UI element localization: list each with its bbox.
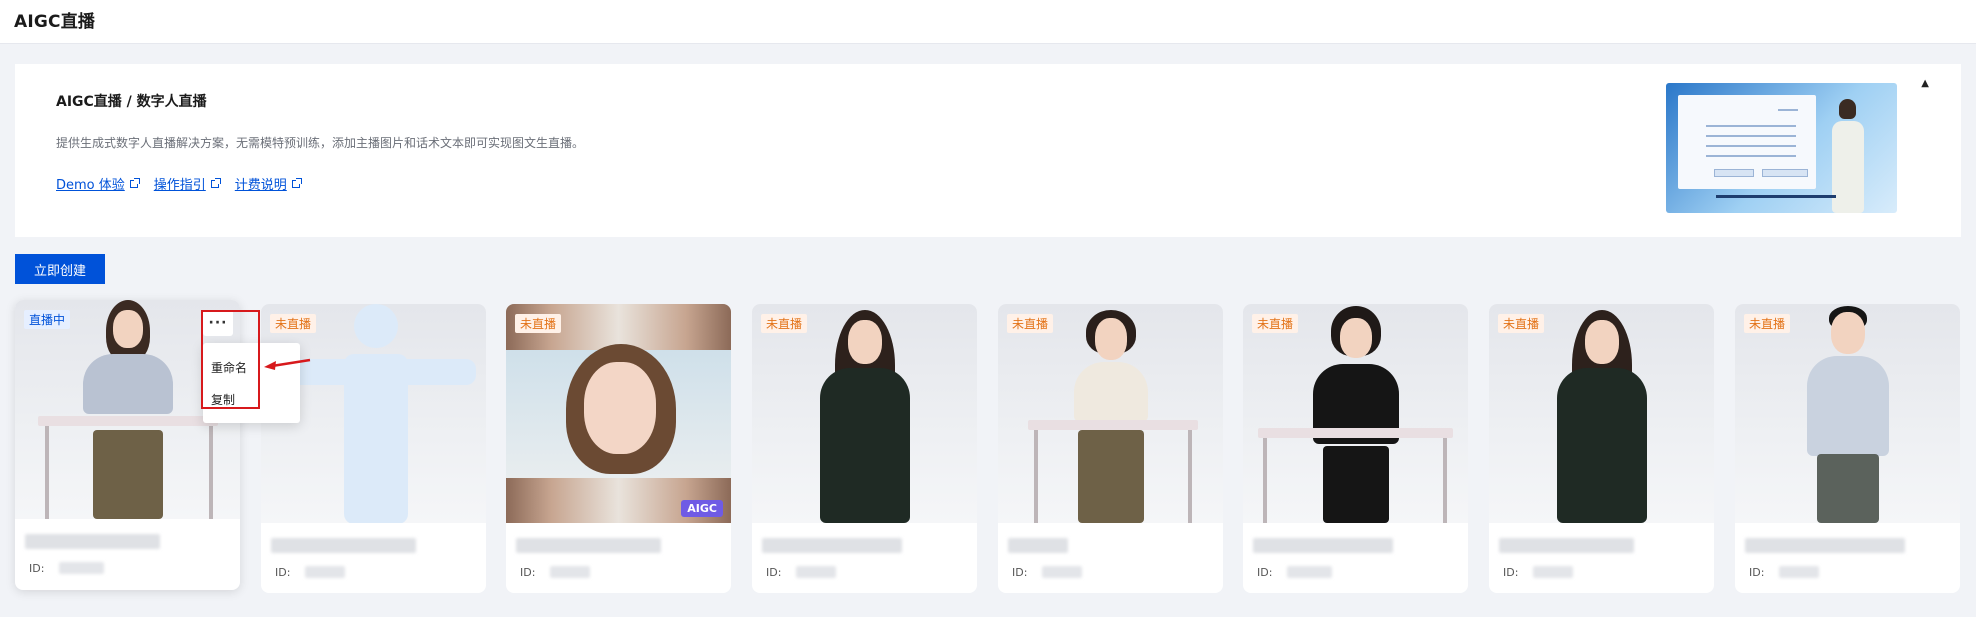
intro-heading: AIGC直播 / 数字人直播 [56, 94, 207, 110]
guide-link[interactable]: 操作指引 [153, 174, 221, 193]
card-id-label: ID: [520, 566, 536, 579]
card-preview: 未直播 AIGC [506, 304, 731, 523]
page-title: AIGC直播 [14, 12, 96, 32]
card-id-value [1533, 566, 1573, 578]
card-id-label: ID: [1749, 566, 1765, 579]
card-preview: 未直播 [1243, 304, 1468, 523]
card-id-value [1779, 566, 1819, 578]
status-badge: 未直播 [270, 314, 317, 333]
copy-menu-item[interactable]: 复制 [211, 391, 235, 408]
card-id-value [59, 562, 104, 574]
card-name [516, 538, 661, 553]
guide-link-label: 操作指引 [153, 178, 206, 193]
card-id-value [550, 566, 590, 578]
status-badge: 未直播 [761, 314, 808, 333]
card-id-value [1287, 566, 1332, 578]
stream-card[interactable]: 未直播 AIGC ID: [506, 304, 731, 593]
stream-card[interactable]: 未直播 ID: [752, 304, 977, 593]
more-actions-button[interactable]: ··· [203, 310, 233, 336]
card-id-value [796, 566, 836, 578]
rename-menu-item[interactable]: 重命名 [211, 359, 247, 376]
status-badge: 未直播 [1007, 314, 1054, 333]
demo-link-label: Demo 体验 [56, 178, 125, 193]
card-id-label: ID: [29, 562, 45, 575]
card-name [25, 534, 160, 549]
aigc-tag: AIGC [681, 500, 723, 517]
stream-card[interactable]: 未直播 ID: [998, 304, 1223, 593]
status-badge: 未直播 [1252, 314, 1299, 333]
card-name [1499, 538, 1634, 553]
presenter-figure [1793, 306, 1903, 523]
card-name [1745, 538, 1905, 553]
card-id-label: ID: [1257, 566, 1273, 579]
stream-card[interactable]: 未直播 ID: [1735, 304, 1960, 593]
demo-link[interactable]: Demo 体验 [56, 174, 140, 193]
card-id-value [1042, 566, 1082, 578]
presenter-figure [1547, 310, 1657, 523]
top-bar: AIGC直播 [0, 0, 1976, 44]
card-context-menu: 重命名 复制 [203, 343, 300, 423]
collapse-icon[interactable]: ▲ [1921, 78, 1929, 89]
presenter-figure [810, 310, 920, 523]
intro-links: Demo 体验 操作指引 计费说明 [56, 174, 302, 193]
presenter-figure [73, 300, 183, 519]
card-id-value [305, 566, 345, 578]
card-preview: 未直播 [752, 304, 977, 523]
external-link-icon [210, 177, 221, 188]
card-name [1008, 538, 1068, 553]
card-preview: 未直播 [1735, 304, 1960, 523]
card-id-label: ID: [766, 566, 782, 579]
status-badge: 未直播 [515, 314, 562, 333]
status-badge: 直播中 [24, 310, 71, 329]
card-name [762, 538, 902, 553]
demo-thumbnail[interactable] [1666, 83, 1897, 213]
status-badge: 未直播 [1498, 314, 1545, 333]
presenter-figure [1301, 306, 1411, 523]
stream-card[interactable]: 未直播 ID: [1243, 304, 1468, 593]
external-link-icon [291, 177, 302, 188]
billing-link[interactable]: 计费说明 [234, 174, 302, 193]
annotation-arrow-icon [264, 358, 311, 370]
create-button[interactable]: 立即创建 [15, 254, 105, 284]
demo-thumbnail-panel [1678, 95, 1816, 189]
card-id-label: ID: [1012, 566, 1028, 579]
card-preview: 未直播 [1489, 304, 1714, 523]
card-name [1253, 538, 1393, 553]
stream-card[interactable]: 未直播 ID: [1489, 304, 1714, 593]
billing-link-label: 计费说明 [234, 178, 287, 193]
card-id-label: ID: [1503, 566, 1519, 579]
card-preview: 未直播 [998, 304, 1223, 523]
card-id-label: ID: [275, 566, 291, 579]
presenter-figure [1056, 310, 1166, 523]
intro-description: 提供生成式数字人直播解决方案，无需模特预训练，添加主播图片和话术文本即可实现图文… [56, 136, 585, 150]
external-link-icon [129, 177, 140, 188]
presenter-photo [506, 304, 731, 523]
card-name [271, 538, 416, 553]
intro-panel: AIGC直播 / 数字人直播 提供生成式数字人直播解决方案，无需模特预训练，添加… [15, 64, 1961, 237]
placeholder-figure [276, 304, 476, 523]
status-badge: 未直播 [1744, 314, 1791, 333]
